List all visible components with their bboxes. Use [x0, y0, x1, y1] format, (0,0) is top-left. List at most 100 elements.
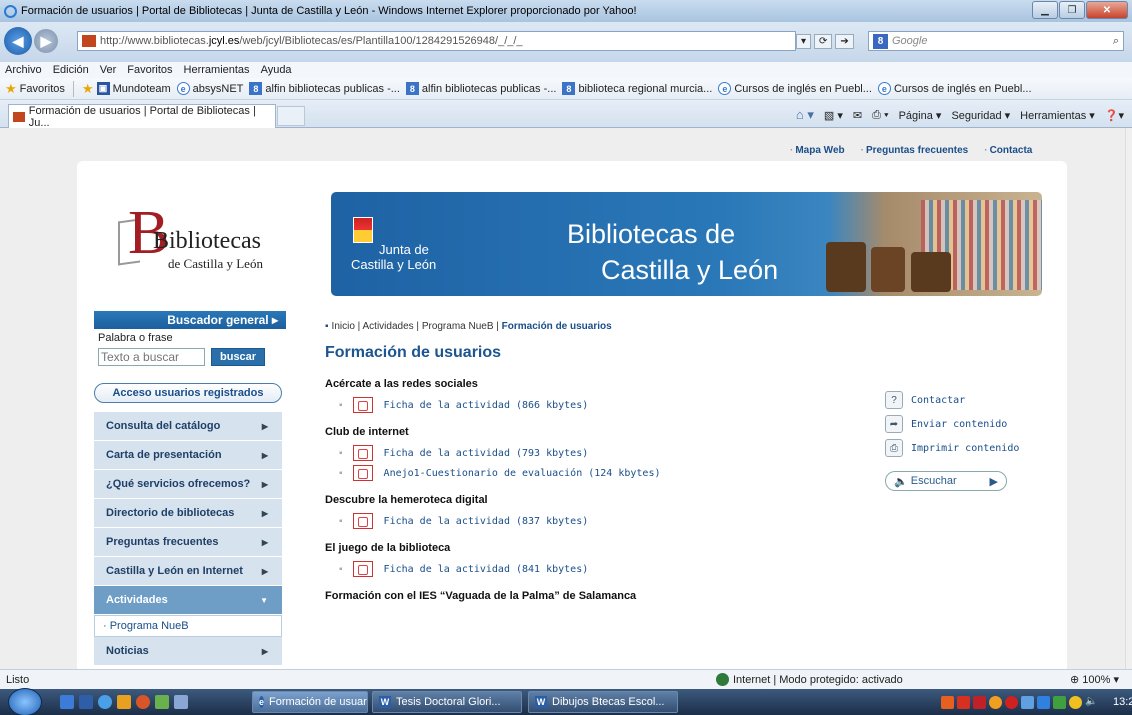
mail-icon[interactable]: ✉: [853, 109, 862, 122]
send-content-action[interactable]: ➦ Enviar contenido: [885, 415, 1035, 433]
favorite-item[interactable]: ▣ Mundoteam: [96, 82, 171, 95]
favorite-item[interactable]: e absysNET: [176, 82, 243, 95]
menu-favoritos[interactable]: Favoritos: [127, 64, 172, 76]
tray-icon[interactable]: [1069, 695, 1082, 709]
file-link[interactable]: ▪ Anejo1-Cuestionario de evaluación (124 …: [339, 465, 885, 481]
forward-button[interactable]: ▶: [34, 29, 58, 53]
favorite-item[interactable]: 8 alfin bibliotecas publicas -...: [405, 82, 556, 95]
search-header[interactable]: Buscador general ▸: [94, 311, 286, 329]
favorite-item[interactable]: e Cursos de inglés en Puebl...: [877, 82, 1032, 95]
tray-icon[interactable]: [973, 695, 986, 709]
sidebar-subitem-programa-nueb[interactable]: · Programa NueB: [94, 615, 282, 637]
security-menu[interactable]: Seguridad ▾: [951, 109, 1010, 122]
start-button[interactable]: [8, 688, 42, 715]
home-icon[interactable]: ⌂ ▾: [796, 107, 814, 123]
close-button[interactable]: ✕: [1086, 1, 1128, 19]
minimize-button[interactable]: ▁: [1032, 1, 1058, 19]
clock[interactable]: 13:20: [1113, 696, 1132, 709]
link-mapa-web[interactable]: Mapa Web: [790, 145, 844, 156]
tray-icon[interactable]: [941, 695, 954, 709]
menu-edicion[interactable]: Edición: [53, 64, 89, 76]
sidebar-item-internet[interactable]: Castilla y León en Internet ▶: [94, 557, 282, 586]
search-icon[interactable]: ⌕: [1113, 35, 1119, 48]
sidebar-item-actividades[interactable]: Actividades ▼: [94, 586, 282, 615]
maximize-button[interactable]: ❐: [1059, 1, 1085, 19]
go-icon[interactable]: ➔: [835, 33, 854, 49]
page-menu[interactable]: Página ▾: [899, 109, 942, 122]
task-ie-window[interactable]: e Formación de usuar...: [252, 691, 368, 713]
task-label: Formación de usuar...: [269, 696, 368, 708]
zoom-control[interactable]: ⊕ 100% ▾: [1070, 673, 1119, 686]
sidebar-item-preguntas[interactable]: Preguntas frecuentes ▶: [94, 528, 282, 557]
tray-icon[interactable]: [989, 695, 1002, 709]
new-tab-button[interactable]: [277, 106, 305, 126]
tools-menu[interactable]: Herramientas ▾: [1020, 109, 1095, 122]
google-icon: 8: [873, 33, 888, 49]
network-icon[interactable]: [1021, 695, 1034, 709]
add-favorite-icon[interactable]: ★: [82, 81, 94, 97]
ie-icon: e: [718, 82, 732, 95]
file-link[interactable]: ▪ Ficha de la actividad (866 kbytes): [339, 397, 885, 413]
sidebar-item-catalogo[interactable]: Consulta del catálogo ▶: [94, 412, 282, 441]
app-icon[interactable]: [174, 695, 188, 709]
sidebar-item-noticias[interactable]: Noticias ▶: [94, 637, 282, 666]
tray-icon[interactable]: [957, 695, 970, 709]
show-desktop-icon[interactable]: [60, 695, 74, 709]
feeds-icon[interactable]: ▧ ▾: [824, 109, 843, 122]
chevron-right-icon: ▶: [261, 479, 268, 489]
favorite-item[interactable]: 8 biblioteca regional murcia...: [562, 82, 712, 95]
breadcrumb-actividades[interactable]: Actividades: [363, 321, 414, 332]
search-text-input[interactable]: [98, 348, 205, 366]
vertical-scrollbar[interactable]: [1125, 128, 1132, 669]
menu-archivo[interactable]: Archivo: [5, 64, 42, 76]
file-link[interactable]: ▪ Ficha de la actividad (837 kbytes): [339, 513, 885, 529]
print-content-action[interactable]: ⎙ Imprimir contenido: [885, 439, 1035, 457]
file-link[interactable]: ▪ Ficha de la actividad (841 kbytes): [339, 561, 885, 577]
menu-ver[interactable]: Ver: [100, 64, 117, 76]
tray-icon[interactable]: [1005, 695, 1018, 709]
contact-action[interactable]: ? Contactar: [885, 391, 1035, 409]
tab-formacion[interactable]: Formación de usuarios | Portal de Biblio…: [8, 104, 276, 129]
file-link[interactable]: ▪ Ficha de la actividad (793 kbytes): [339, 445, 885, 461]
volume-icon[interactable]: 🔈: [1085, 696, 1099, 709]
ie-icon[interactable]: [98, 695, 112, 709]
favorites-button[interactable]: Favoritos: [20, 83, 65, 95]
taskbar: e Formación de usuar... W Tesis Doctoral G…: [0, 688, 1132, 715]
favorite-item[interactable]: e Cursos de inglés en Puebl...: [718, 82, 872, 95]
favorite-item[interactable]: 8 alfin bibliotecas publicas -...: [249, 82, 400, 95]
pdf-icon: [352, 465, 373, 481]
app-icon[interactable]: [155, 695, 169, 709]
task-word-doc[interactable]: W Tesis Doctoral Glori...: [372, 691, 522, 713]
security-zone[interactable]: Internet | Modo protegido: activado: [716, 673, 903, 686]
address-bar[interactable]: http://www.bibliotecas. jcyl.es/web/jcyl/…: [77, 31, 796, 51]
listen-button[interactable]: 🔈 Escuchar ▶: [885, 471, 1007, 491]
breadcrumb-programa[interactable]: Programa NueB: [422, 321, 494, 332]
task-word-doc[interactable]: W Dibujos Btecas Escol...: [528, 691, 678, 713]
sidebar-item-directorio[interactable]: Directorio de bibliotecas ▶: [94, 499, 282, 528]
search-input[interactable]: 8 Google ⌕: [868, 31, 1124, 51]
search-button[interactable]: buscar: [211, 348, 266, 366]
menu-ayuda[interactable]: Ayuda: [261, 64, 292, 76]
google-icon: 8: [249, 82, 263, 95]
address-dropdown-icon[interactable]: ▾: [796, 33, 812, 49]
sidebar-item-servicios[interactable]: ¿Qué servicios ofrecemos? ▶: [94, 470, 282, 499]
sidebar-item-label: Directorio de bibliotecas: [106, 507, 235, 519]
media-icon[interactable]: [117, 695, 131, 709]
link-contacta[interactable]: Contacta: [984, 145, 1033, 156]
registered-access-button[interactable]: Acceso usuarios registrados: [94, 383, 282, 403]
menu-herramientas[interactable]: Herramientas: [184, 64, 250, 76]
tray-icon[interactable]: [1053, 695, 1066, 709]
print-icon[interactable]: ⎙ ▾: [872, 109, 888, 122]
breadcrumb-inicio[interactable]: Inicio: [332, 321, 355, 332]
refresh-icon[interactable]: ⟳: [814, 33, 833, 49]
link-preguntas-frecuentes[interactable]: Preguntas frecuentes: [861, 145, 968, 156]
help-icon[interactable]: ❓▾: [1105, 109, 1124, 122]
site-logo[interactable]: B Bibliotecas de Castilla y León: [108, 202, 278, 276]
firefox-icon[interactable]: [136, 695, 150, 709]
back-button[interactable]: ◀: [4, 27, 32, 55]
switch-windows-icon[interactable]: [79, 695, 93, 709]
bullet-icon: ▪: [325, 321, 329, 332]
tray-icon[interactable]: [1037, 695, 1050, 709]
word-icon: W: [535, 696, 547, 708]
sidebar-item-carta[interactable]: Carta de presentación ▶: [94, 441, 282, 470]
